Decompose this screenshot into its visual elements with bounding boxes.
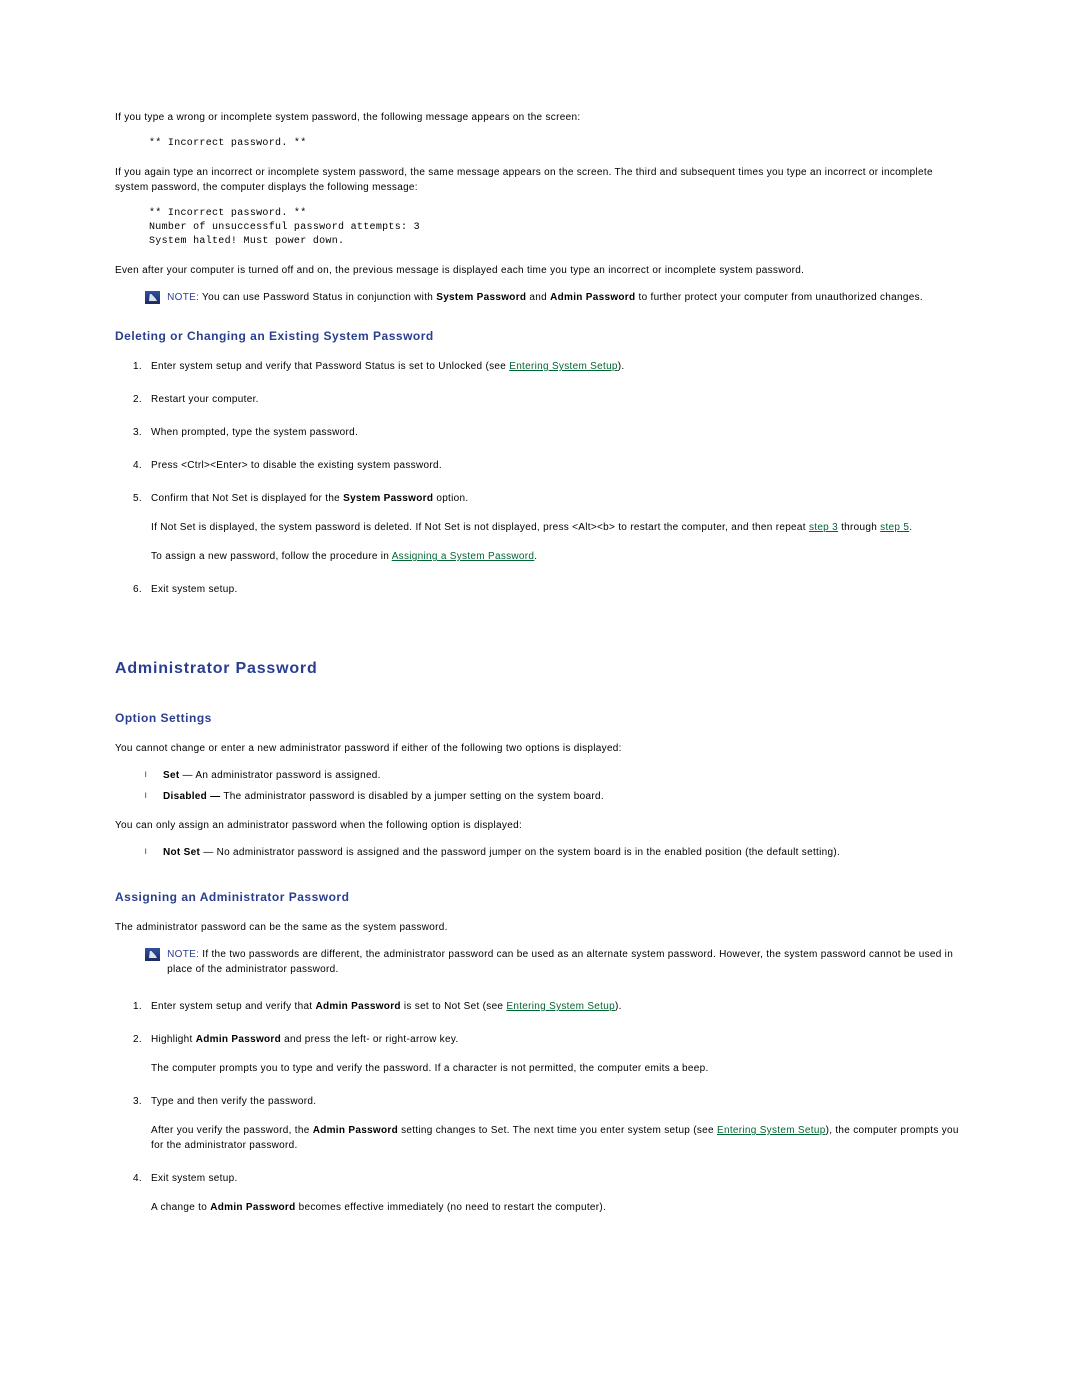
- a-step-3-p-b: setting changes to Set. The next time yo…: [398, 1125, 717, 1136]
- heading-assigning-admin: Assigning an Administrator Password: [115, 888, 965, 906]
- a-step-4-p-a: A change to: [151, 1202, 210, 1213]
- option-not-set-text: — No administrator password is assigned …: [200, 847, 840, 858]
- a-step-4: Exit system setup. A change to Admin Pas…: [145, 1171, 965, 1215]
- link-entering-system-setup[interactable]: Entering System Setup: [509, 361, 618, 372]
- note-body: NOTE: If the two passwords are different…: [167, 947, 959, 977]
- link-entering-system-setup-2[interactable]: Entering System Setup: [506, 1001, 615, 1012]
- option-not-set-bold: Not Set: [163, 847, 200, 858]
- a-step-1: Enter system setup and verify that Admin…: [145, 999, 965, 1014]
- heading-administrator-password: Administrator Password: [115, 657, 965, 681]
- a-step-2: Highlight Admin Password and press the l…: [145, 1032, 965, 1076]
- step-5-p1-c: .: [909, 522, 912, 533]
- option-settings-p1: You cannot change or enter a new adminis…: [115, 741, 965, 756]
- delete-change-steps: Enter system setup and verify that Passw…: [115, 359, 965, 597]
- a-step-2-bold: Admin Password: [196, 1034, 281, 1045]
- intro-paragraph-3: Even after your computer is turned off a…: [115, 263, 965, 278]
- option-disabled: Disabled — The administrator password is…: [145, 789, 965, 804]
- step-5-p2-a: To assign a new password, follow the pro…: [151, 551, 392, 562]
- a-step-3-bold: Admin Password: [313, 1125, 398, 1136]
- option-settings-p2: You can only assign an administrator pas…: [115, 818, 965, 833]
- a-step-2-p: The computer prompts you to type and ver…: [151, 1061, 965, 1076]
- step-1-text-b: ).: [618, 361, 625, 372]
- step-5-text-b: option.: [433, 493, 468, 504]
- option-settings-list-1: Set — An administrator password is assig…: [145, 768, 965, 804]
- option-disabled-text: The administrator password is disabled b…: [220, 791, 603, 802]
- note-text: If the two passwords are different, the …: [167, 949, 953, 975]
- step-5: Confirm that Not Set is displayed for th…: [145, 491, 965, 564]
- note-icon: [145, 948, 160, 961]
- a-step-3-p: After you verify the password, the Admin…: [151, 1123, 965, 1153]
- a-step-1-b: is set to Not Set (see: [401, 1001, 507, 1012]
- step-1-text-a: Enter system setup and verify that Passw…: [151, 361, 509, 372]
- link-step-5[interactable]: step 5: [880, 522, 909, 533]
- option-set-text: — An administrator password is assigned.: [179, 770, 380, 781]
- note-icon: [145, 291, 160, 304]
- step-1: Enter system setup and verify that Passw…: [145, 359, 965, 374]
- heading-deleting-changing: Deleting or Changing an Existing System …: [115, 327, 965, 345]
- note-bold-1: System Password: [436, 292, 526, 303]
- step-5-p2-b: .: [534, 551, 537, 562]
- assigning-p1: The administrator password can be the sa…: [115, 920, 965, 935]
- step-5-p1-a: If Not Set is displayed, the system pass…: [151, 522, 809, 533]
- note-text-a: You can use Password Status in conjuncti…: [199, 292, 436, 303]
- a-step-1-a: Enter system setup and verify that: [151, 1001, 315, 1012]
- a-step-3: Type and then verify the password. After…: [145, 1094, 965, 1153]
- a-step-4-bold: Admin Password: [210, 1202, 295, 1213]
- a-step-2-b: and press the left- or right-arrow key.: [281, 1034, 458, 1045]
- option-set: Set — An administrator password is assig…: [145, 768, 965, 783]
- a-step-1-c: ).: [615, 1001, 622, 1012]
- note-label: NOTE:: [167, 949, 199, 960]
- a-step-2-a: Highlight: [151, 1034, 196, 1045]
- a-step-3-p-a: After you verify the password, the: [151, 1125, 313, 1136]
- option-disabled-bold: Disabled —: [163, 791, 220, 802]
- link-assigning-system-password[interactable]: Assigning a System Password: [392, 551, 535, 562]
- note-body: NOTE: You can use Password Status in con…: [167, 290, 959, 305]
- heading-option-settings: Option Settings: [115, 709, 965, 727]
- option-not-set: Not Set — No administrator password is a…: [145, 845, 965, 860]
- note-alternate-password: NOTE: If the two passwords are different…: [145, 947, 965, 977]
- incorrect-password-msg-1: ** Incorrect password. **: [149, 137, 965, 151]
- note-password-status: NOTE: You can use Password Status in con…: [145, 290, 965, 305]
- step-5-p1: If Not Set is displayed, the system pass…: [151, 520, 965, 535]
- a-step-1-bold: Admin Password: [315, 1001, 400, 1012]
- a-step-4-text: Exit system setup.: [151, 1173, 238, 1184]
- a-step-4-p: A change to Admin Password becomes effec…: [151, 1200, 965, 1215]
- step-5-p1-b: through: [838, 522, 880, 533]
- assign-admin-steps: Enter system setup and verify that Admin…: [115, 999, 965, 1215]
- a-step-3-text: Type and then verify the password.: [151, 1096, 316, 1107]
- option-set-bold: Set: [163, 770, 179, 781]
- intro-paragraph-2: If you again type an incorrect or incomp…: [115, 165, 965, 195]
- step-5-bold: System Password: [343, 493, 433, 504]
- note-text-c: to further protect your computer from un…: [635, 292, 923, 303]
- incorrect-password-msg-2: ** Incorrect password. ** Number of unsu…: [149, 207, 965, 249]
- note-bold-2: Admin Password: [550, 292, 635, 303]
- intro-paragraph-1: If you type a wrong or incomplete system…: [115, 110, 965, 125]
- step-2: Restart your computer.: [145, 392, 965, 407]
- step-6: Exit system setup.: [145, 582, 965, 597]
- step-5-p2: To assign a new password, follow the pro…: [151, 549, 965, 564]
- step-5-text-a: Confirm that Not Set is displayed for th…: [151, 493, 343, 504]
- note-text-b: and: [526, 292, 550, 303]
- link-entering-system-setup-3[interactable]: Entering System Setup: [717, 1125, 826, 1136]
- a-step-4-p-b: becomes effective immediately (no need t…: [296, 1202, 607, 1213]
- step-4: Press <Ctrl><Enter> to disable the exist…: [145, 458, 965, 473]
- step-3: When prompted, type the system password.: [145, 425, 965, 440]
- option-settings-list-2: Not Set — No administrator password is a…: [145, 845, 965, 860]
- link-step-3[interactable]: step 3: [809, 522, 838, 533]
- note-label: NOTE:: [167, 292, 199, 303]
